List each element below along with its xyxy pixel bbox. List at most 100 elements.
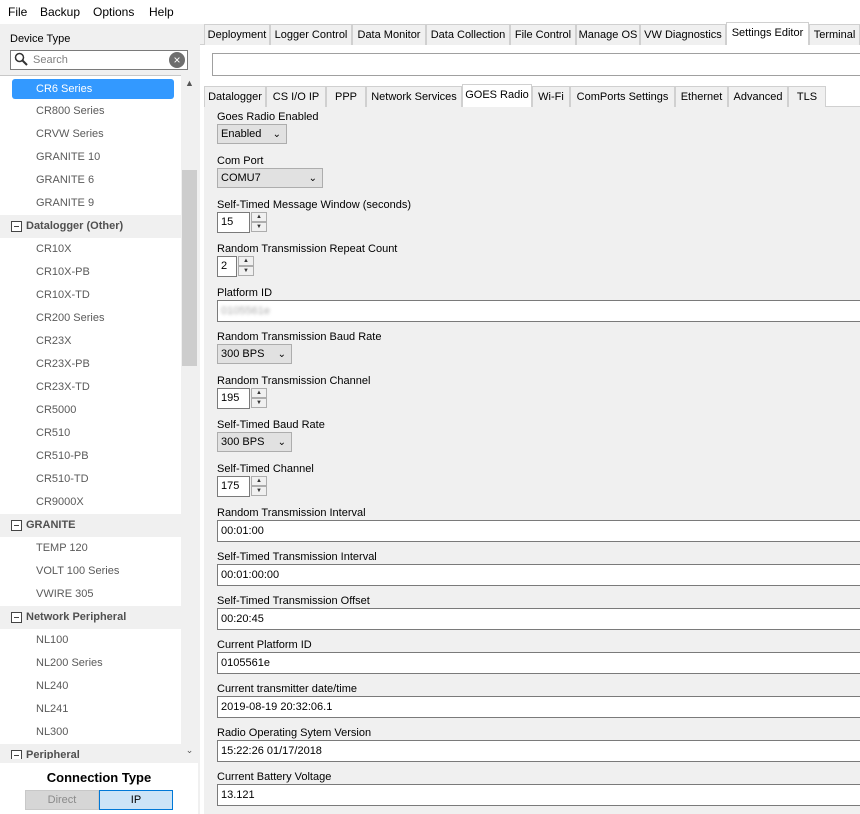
current-battery-voltage-field[interactable]: 13.121 (217, 784, 860, 806)
tree-item-cr6-series[interactable]: CR6 Series (12, 79, 174, 99)
settings-search-field[interactable] (212, 53, 860, 76)
self-timed-baud-rate-dropdown[interactable]: 300 BPS ⌄ (217, 432, 292, 452)
settings-tab-wi-fi[interactable]: Wi-Fi (532, 86, 570, 107)
main-tab-terminal[interactable]: Terminal (809, 24, 860, 45)
decrement-icon[interactable]: ▼ (251, 398, 267, 408)
tree-group-peripheral[interactable]: Peripheral (0, 744, 182, 759)
settings-tab-tls[interactable]: TLS (788, 86, 826, 107)
tree-item-cr23x-td[interactable]: CR23X-TD (0, 376, 175, 399)
tree-item-vwire-305[interactable]: VWIRE 305 (0, 583, 175, 606)
tree-item-cr23x-pb[interactable]: CR23X-PB (0, 353, 175, 376)
settings-tab-datalogger[interactable]: Datalogger (204, 86, 266, 107)
tree-item-cr9000x[interactable]: CR9000X (0, 491, 175, 514)
tree-item-cr510-pb[interactable]: CR510-PB (0, 445, 175, 468)
settings-tab-ppp[interactable]: PPP (326, 86, 366, 107)
tree-item-nl241[interactable]: NL241 (0, 698, 175, 721)
tree-item-nl200-series[interactable]: NL200 Series (0, 652, 175, 675)
tree-group-network-peripheral[interactable]: Network Peripheral (0, 606, 182, 629)
collapse-icon[interactable] (11, 750, 22, 759)
scroll-down-icon[interactable]: ⌄ (181, 742, 198, 759)
scrollbar-thumb[interactable] (182, 170, 197, 366)
stepper-value[interactable]: 2 (217, 256, 237, 277)
collapse-icon[interactable] (11, 221, 22, 232)
settings-tab-network-services[interactable]: Network Services (366, 86, 462, 107)
main-tab-deployment[interactable]: Deployment (204, 24, 270, 45)
tree-item-cr10x-td[interactable]: CR10X-TD (0, 284, 175, 307)
platform-id-field[interactable]: 0105561e (217, 300, 860, 322)
tree-item-cr200-series[interactable]: CR200 Series (0, 307, 175, 330)
tree-item-granite-10[interactable]: GRANITE 10 (0, 146, 175, 169)
decrement-icon[interactable]: ▼ (238, 266, 254, 276)
settings-tab-cs-i-o-ip[interactable]: CS I/O IP (266, 86, 326, 107)
tree-item-temp-120[interactable]: TEMP 120 (0, 537, 175, 560)
tree-item-granite-6[interactable]: GRANITE 6 (0, 169, 175, 192)
self-timed-message-window-seconds-stepper[interactable]: 15 ▲ ▼ (217, 212, 268, 233)
scroll-up-icon[interactable]: ▲ (181, 75, 198, 92)
tree-item-cr800-series[interactable]: CR800 Series (0, 100, 175, 123)
increment-icon[interactable]: ▲ (238, 256, 254, 266)
settings-tab-goes-radio[interactable]: GOES Radio (462, 84, 532, 107)
increment-icon[interactable]: ▲ (251, 388, 267, 398)
tree-item-cr23x[interactable]: CR23X (0, 330, 175, 353)
ip-connection-button[interactable]: IP (99, 790, 173, 810)
main-tab-manage-os[interactable]: Manage OS (576, 24, 640, 45)
decrement-icon[interactable]: ▼ (251, 222, 267, 232)
goes-radio-enabled-dropdown[interactable]: Enabled ⌄ (217, 124, 287, 144)
random-transmission-channel-stepper[interactable]: 195 ▲ ▼ (217, 388, 268, 409)
stepper-value[interactable]: 195 (217, 388, 250, 409)
com-port-dropdown[interactable]: COMU7 ⌄ (217, 168, 323, 188)
decrement-icon[interactable]: ▼ (251, 486, 267, 496)
main-tab-data-collection[interactable]: Data Collection (426, 24, 510, 45)
tree-group-granite[interactable]: GRANITE (0, 514, 182, 537)
radio-operating-sytem-version-field[interactable]: 15:22:26 01/17/2018 (217, 740, 860, 762)
field-value: 00:01:00 (221, 525, 264, 537)
increment-icon[interactable]: ▲ (251, 212, 267, 222)
self-timed-transmission-offset-field[interactable]: 00:20:45 (217, 608, 860, 630)
tree-item-cr510-td[interactable]: CR510-TD (0, 468, 175, 491)
settings-tab-ethernet[interactable]: Ethernet (675, 86, 728, 107)
tree-item-nl100[interactable]: NL100 (0, 629, 175, 652)
device-search-field[interactable]: Search × (10, 50, 188, 70)
main-tab-data-monitor[interactable]: Data Monitor (352, 24, 426, 45)
stepper-value[interactable]: 175 (217, 476, 250, 497)
menu-backup[interactable]: Backup (40, 5, 80, 19)
device-tree-scrollbar[interactable]: ▲ ⌄ (181, 75, 198, 759)
stepper-value[interactable]: 15 (217, 212, 250, 233)
direct-connection-button[interactable]: Direct (25, 790, 99, 810)
current-platform-id-field[interactable]: 0105561e (217, 652, 860, 674)
goes-radio-panel: Goes Radio Enabled Enabled ⌄ Com Port COMU7 ⌄… (204, 107, 860, 814)
stepper-buttons: ▲ ▼ (251, 388, 267, 409)
tree-item-nl300[interactable]: NL300 (0, 721, 175, 744)
main-tab-file-control[interactable]: File Control (510, 24, 576, 45)
self-timed-transmission-interval-field[interactable]: 00:01:00:00 (217, 564, 860, 586)
tree-item-cr10x-pb[interactable]: CR10X-PB (0, 261, 175, 284)
menu-file[interactable]: File (8, 5, 27, 19)
connection-type-title: Connection Type (46, 770, 152, 785)
random-transmission-repeat-count-stepper[interactable]: 2 ▲ ▼ (217, 256, 255, 277)
collapse-icon[interactable] (11, 520, 22, 531)
increment-icon[interactable]: ▲ (251, 476, 267, 486)
settings-tab-advanced[interactable]: Advanced (728, 86, 788, 107)
tree-group-datalogger-other[interactable]: Datalogger (Other) (0, 215, 182, 238)
main-tab-vw-diagnostics[interactable]: VW Diagnostics (640, 24, 726, 45)
clear-search-icon[interactable]: × (169, 52, 185, 68)
tree-item-nl240[interactable]: NL240 (0, 675, 175, 698)
main-tab-settings-editor[interactable]: Settings Editor (726, 22, 809, 45)
tree-item-cr510[interactable]: CR510 (0, 422, 175, 445)
random-transmission-baud-rate-label: Random Transmission Baud Rate (217, 331, 382, 343)
menu-help[interactable]: Help (149, 5, 174, 19)
tree-item-volt-100-series[interactable]: VOLT 100 Series (0, 560, 175, 583)
collapse-icon[interactable] (11, 612, 22, 623)
random-transmission-interval-field[interactable]: 00:01:00 (217, 520, 860, 542)
menu-options[interactable]: Options (93, 5, 134, 19)
tree-item-crvw-series[interactable]: CRVW Series (0, 123, 175, 146)
current-transmitter-date-time-field[interactable]: 2019-08-19 20:32:06.1 (217, 696, 860, 718)
settings-tab-comports-settings[interactable]: ComPorts Settings (570, 86, 675, 107)
self-timed-channel-stepper[interactable]: 175 ▲ ▼ (217, 476, 268, 497)
main-tab-logger-control[interactable]: Logger Control (270, 24, 352, 45)
stepper-buttons: ▲ ▼ (251, 212, 267, 233)
tree-item-granite-9[interactable]: GRANITE 9 (0, 192, 175, 215)
tree-item-cr10x[interactable]: CR10X (0, 238, 175, 261)
random-transmission-baud-rate-dropdown[interactable]: 300 BPS ⌄ (217, 344, 292, 364)
tree-item-cr5000[interactable]: CR5000 (0, 399, 175, 422)
